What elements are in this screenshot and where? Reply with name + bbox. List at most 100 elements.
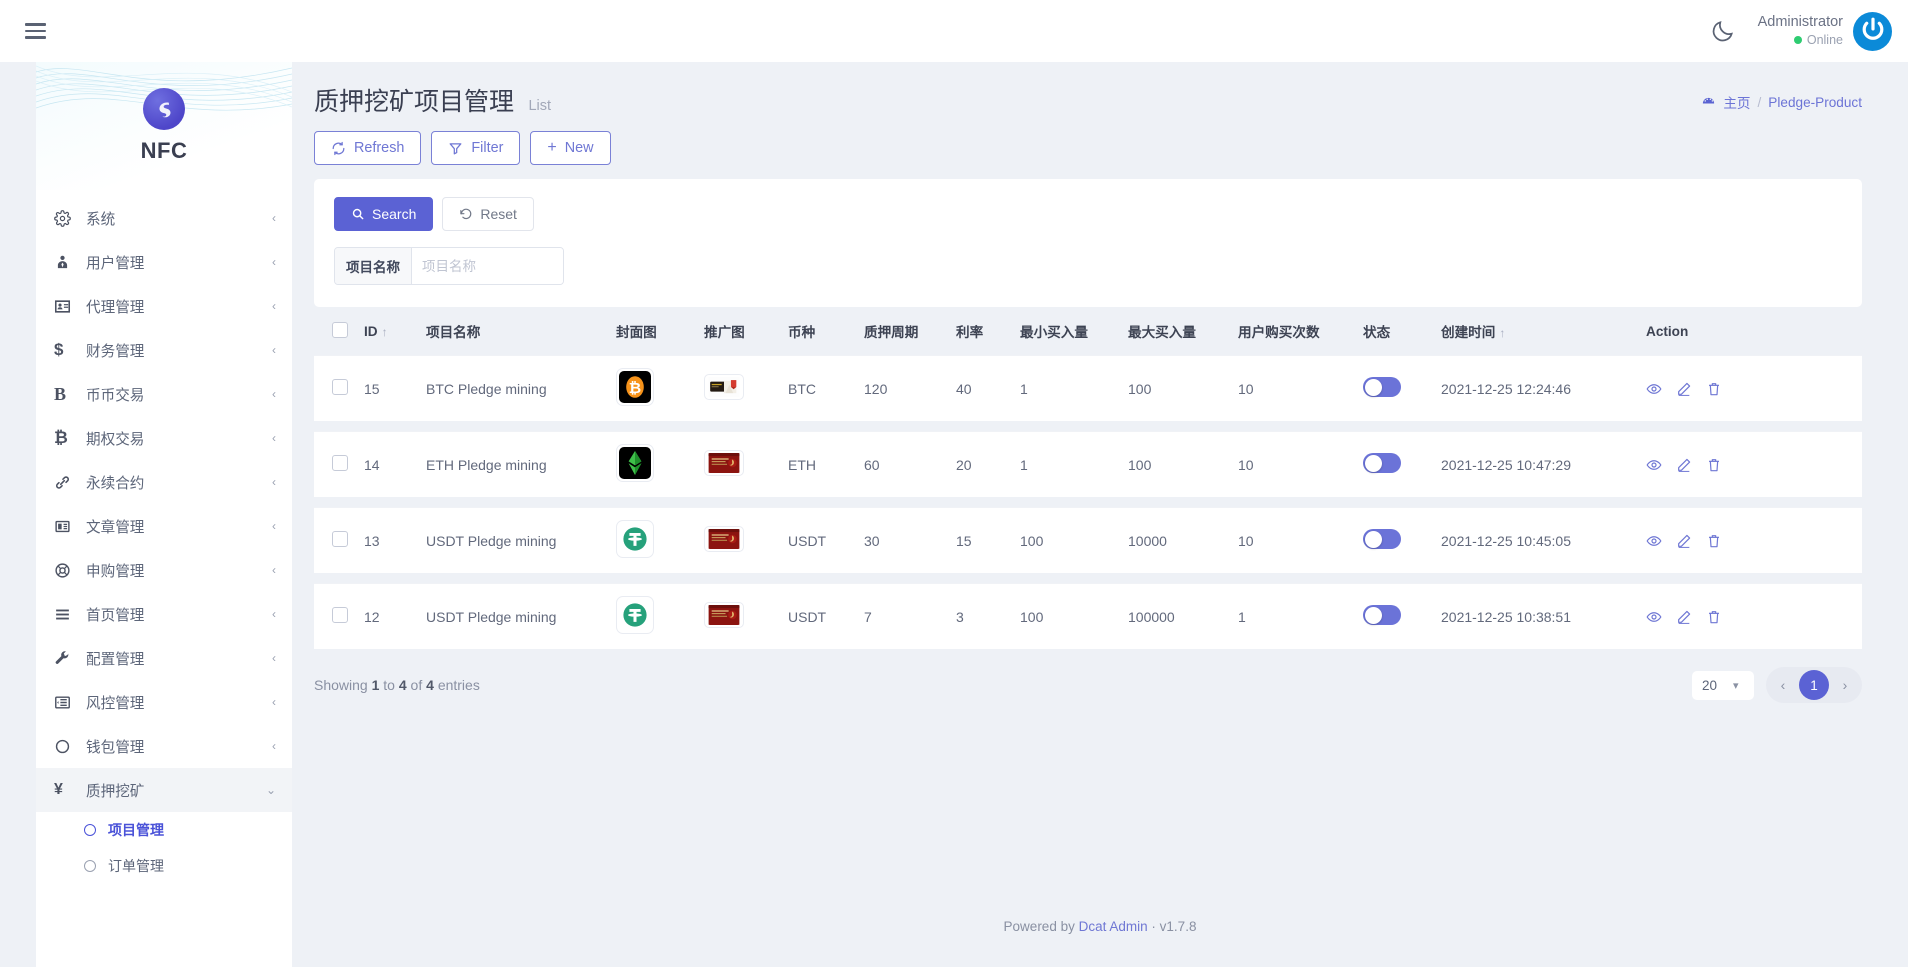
status-toggle[interactable] [1363,377,1401,397]
row-checkbox[interactable] [332,379,348,395]
per-page-select[interactable]: 20 ▾ [1692,671,1754,700]
cell-coin: ETH [782,431,858,497]
toggle-knob [1365,531,1382,548]
topbar-right-group: Administrator Online [1710,12,1908,51]
chevron-left-icon: ‹ [272,740,276,752]
lifebuoy-icon [54,562,80,579]
new-button[interactable]: + New [530,131,610,165]
breadcrumb-current[interactable]: Pledge-Product [1768,95,1862,110]
sidebar-item-perpetual-contract[interactable]: 永续合约 ‹ [36,460,292,504]
data-table-wrapper: ID↑ 项目名称 封面图 推广图 币种 质押周期 利率 最小买入量 最大买入量 … [314,307,1862,649]
cell-actions [1640,507,1862,573]
sidebar-item-label: 系统 [80,208,272,229]
sidebar-item-risk-management[interactable]: 风控管理 ‹ [36,680,292,724]
reset-button[interactable]: Reset [442,197,534,231]
row-checkbox[interactable] [332,531,348,547]
table-row: 14 ETH Pledge mining ETH 60 20 [314,431,1862,497]
row-actions [1646,533,1856,549]
col-period: 质押周期 [858,307,950,355]
row-checkbox[interactable] [332,607,348,623]
sidebar-brand[interactable]: NFC [36,62,292,190]
sidebar-item-user-management[interactable]: 用户管理 ‹ [36,240,292,284]
row-checkbox[interactable] [332,455,348,471]
sidebar-subitem-project-management[interactable]: 项目管理 [36,812,292,848]
pencil-icon[interactable] [1676,609,1692,625]
breadcrumb-home-link[interactable]: 主页 [1723,92,1750,112]
search-icon [351,207,365,221]
sidebar-subitem-order-management[interactable]: 订单管理 [36,848,292,884]
user-menu[interactable]: Administrator Online [1758,12,1892,51]
cell-buy-times: 10 [1232,431,1357,497]
promo-banner-red-icon[interactable] [704,526,744,552]
avatar[interactable] [1853,12,1892,51]
eye-icon[interactable] [1646,381,1662,397]
sidebar-item-label: 风控管理 [80,692,272,713]
cell-coin: USDT [782,507,858,573]
project-name-input[interactable] [412,248,563,284]
sidebar-item-coin-trade[interactable]: B 币币交易 ‹ [36,372,292,416]
trash-icon[interactable] [1706,457,1722,473]
cell-created: 2021-12-25 12:24:46 [1435,355,1640,421]
letter-b-icon: B [54,384,80,405]
filter-button[interactable]: Filter [431,131,520,165]
sidebar-item-subscription-management[interactable]: 申购管理 ‹ [36,548,292,592]
sidebar-subitem-label: 订单管理 [108,856,164,876]
sidebar-item-finance-management[interactable]: $ 财务管理 ‹ [36,328,292,372]
menu-toggle-icon[interactable] [18,14,52,48]
eye-icon[interactable] [1646,533,1662,549]
trash-icon[interactable] [1706,381,1722,397]
row-actions [1646,609,1856,625]
cell-cover [610,583,698,649]
moon-icon[interactable] [1710,18,1736,44]
prev-page-button[interactable]: ‹ [1769,671,1797,699]
page-buttons: ‹ 1 › [1766,667,1862,703]
sidebar-item-article-management[interactable]: 文章管理 ‹ [36,504,292,548]
promo-card-dark-icon[interactable] [704,374,744,400]
reset-label: Reset [480,206,517,222]
promo-banner-red-icon[interactable] [704,450,744,476]
eye-icon[interactable] [1646,457,1662,473]
sidebar-item-agent-management[interactable]: 代理管理 ‹ [36,284,292,328]
status-toggle[interactable] [1363,529,1401,549]
sidebar-item-homepage-management[interactable]: 首页管理 ‹ [36,592,292,636]
col-created[interactable]: 创建时间↑ [1435,307,1640,355]
search-button[interactable]: Search [334,197,433,231]
breadcrumb: 主页 / Pledge-Product [1701,82,1862,112]
promo-banner-red-icon[interactable] [704,602,744,628]
status-toggle[interactable] [1363,605,1401,625]
refresh-button[interactable]: Refresh [314,131,421,165]
table-header-row: ID↑ 项目名称 封面图 推广图 币种 质押周期 利率 最小买入量 最大买入量 … [314,307,1862,355]
table-body: 15 BTC Pledge mining ₿ BTC 120 40 [314,355,1862,649]
trash-icon[interactable] [1706,533,1722,549]
pencil-icon[interactable] [1676,457,1692,473]
tether-logo-icon[interactable] [616,596,654,634]
cell-buy-times: 10 [1232,355,1357,421]
to-word: to [383,677,395,693]
pencil-icon[interactable] [1676,381,1692,397]
sidebar-item-wallet-management[interactable]: 钱包管理 ‹ [36,724,292,768]
select-all-checkbox[interactable] [332,322,348,338]
trash-icon[interactable] [1706,609,1722,625]
ethereum-logo-icon[interactable] [616,444,654,482]
col-id[interactable]: ID↑ [358,307,420,355]
sidebar-item-pledge-mining[interactable]: ¥ 质押挖矿 ⌄ [36,768,292,812]
sidebar-item-system[interactable]: 系统 ‹ [36,196,292,240]
pencil-icon[interactable] [1676,533,1692,549]
sidebar-item-options-trade[interactable]: ₿ 期权交易 ‹ [36,416,292,460]
cell-rate: 40 [950,355,1014,421]
sidebar-item-config-management[interactable]: 配置管理 ‹ [36,636,292,680]
eye-icon[interactable] [1646,609,1662,625]
col-id-label: ID [364,324,378,339]
status-toggle[interactable] [1363,453,1401,473]
table-header: ID↑ 项目名称 封面图 推广图 币种 质押周期 利率 最小买入量 最大买入量 … [314,307,1862,355]
sidebar-item-label: 永续合约 [80,472,272,493]
reset-icon [459,207,473,221]
chevron-left-icon: ‹ [272,432,276,444]
tether-logo-icon[interactable] [616,520,654,558]
list-indent-icon [54,694,80,711]
dcat-admin-link[interactable]: Dcat Admin [1079,919,1148,934]
bitcoin-logo-icon[interactable]: ₿ [616,368,654,406]
page-number-1[interactable]: 1 [1799,670,1829,700]
next-page-button[interactable]: › [1831,671,1859,699]
circle-icon [84,860,96,872]
